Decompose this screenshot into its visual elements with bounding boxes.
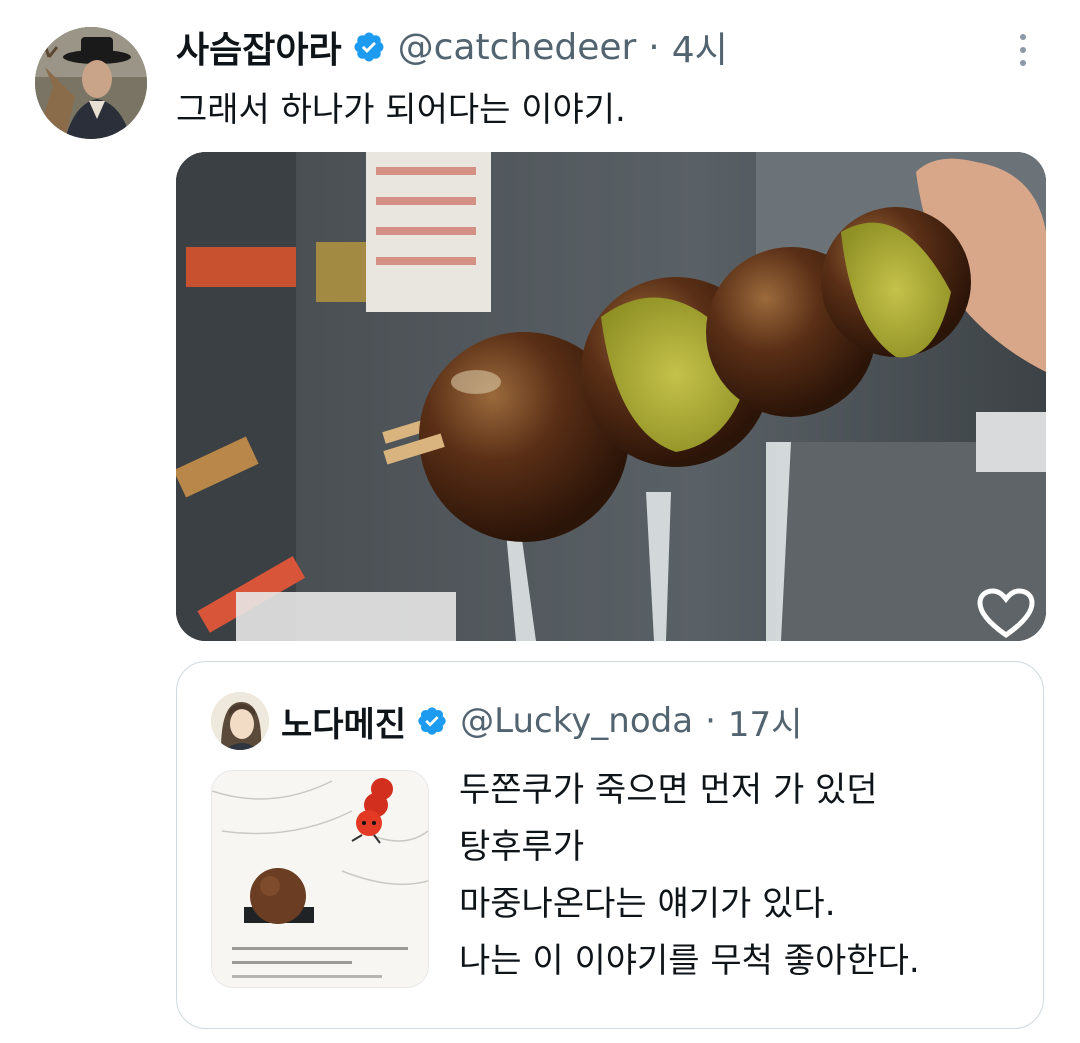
dot-separator: · bbox=[705, 701, 716, 741]
author-avatar[interactable] bbox=[35, 27, 147, 139]
tweet-media-photo[interactable] bbox=[176, 152, 1046, 641]
heart-outline-icon[interactable] bbox=[976, 587, 1036, 639]
quoted-text-line: 두쫀쿠가 죽으면 먼저 가 있던 bbox=[459, 770, 878, 810]
quoted-media-thumbnail[interactable] bbox=[211, 770, 429, 988]
tweet-header: 사슴잡아라 @catchedeer · 4시 bbox=[176, 22, 728, 72]
quoted-author-handle[interactable]: @Lucky_noda bbox=[460, 701, 693, 741]
verified-badge-icon bbox=[418, 707, 446, 735]
author-handle[interactable]: @catchedeer bbox=[398, 27, 637, 68]
quoted-author-avatar[interactable] bbox=[211, 692, 269, 750]
quoted-tweet-card[interactable]: 노다메진 @Lucky_noda · 17시 두쫀쿠가 죽으면 먼저 가 있던 … bbox=[176, 661, 1044, 1029]
verified-badge-icon bbox=[354, 32, 384, 62]
quoted-tweet-header: 노다메진 @Lucky_noda · 17시 bbox=[281, 696, 802, 746]
dot-separator: · bbox=[648, 26, 660, 68]
quoted-text-line: 탕후루가 bbox=[459, 827, 585, 867]
quoted-tweet-time[interactable]: 17시 bbox=[728, 697, 803, 746]
author-name[interactable]: 사슴잡아라 bbox=[176, 21, 342, 73]
tweet-text: 그래서 하나가 되어다는 이야기. bbox=[176, 90, 626, 130]
quoted-author-name[interactable]: 노다메진 bbox=[281, 697, 406, 746]
quoted-tweet-text: 두쫀쿠가 죽으면 먼저 가 있던 탕후루가 마중나온다는 얘기가 있다. 나는 … bbox=[459, 762, 1019, 990]
quoted-text-line: 나는 이 이야기를 무척 좋아한다. bbox=[459, 941, 920, 981]
tweet-time[interactable]: 4시 bbox=[672, 21, 728, 73]
quoted-text-line: 마중나온다는 얘기가 있다. bbox=[459, 884, 836, 924]
more-vertical-icon[interactable] bbox=[1008, 30, 1038, 70]
